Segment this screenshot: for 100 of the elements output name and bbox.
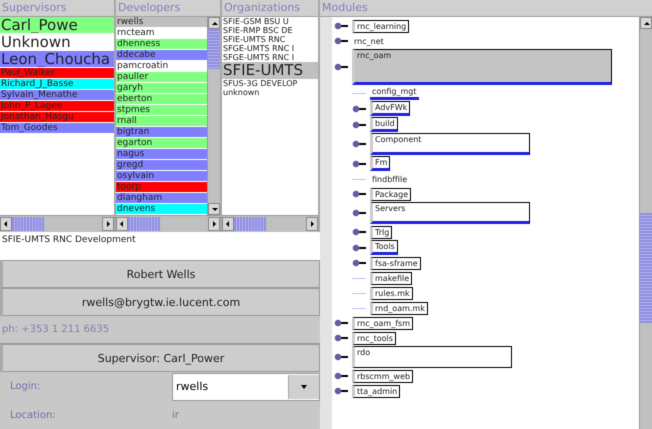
list-item[interactable]: nagus [116,149,207,160]
expander-icon[interactable] [352,140,366,148]
tree-node[interactable]: Fm [370,156,390,171]
caret-icon [301,384,307,388]
expander-icon[interactable] [352,209,366,217]
tree-node[interactable]: rbscmm_web [352,370,414,382]
tree-node[interactable]: rules.mk [370,286,413,300]
list-item[interactable]: Paul_Walker [0,68,114,79]
expander-icon[interactable] [334,372,348,380]
tree-node[interactable]: Trlg [370,226,392,238]
email-button[interactable]: rwells@brygtw.ie.lucent.com [0,288,320,316]
scroll-thumb[interactable] [208,29,220,69]
tree-node[interactable]: rdo [352,346,512,368]
expander-icon[interactable] [352,259,366,267]
tree-node[interactable]: rnc_oam [352,49,612,85]
expander-icon[interactable] [334,319,348,327]
list-item[interactable]: ddecabe [116,50,207,61]
tree-node[interactable]: build [370,117,398,132]
expander-icon[interactable] [334,22,348,30]
list-item[interactable]: pauller [116,72,207,83]
list-item[interactable]: dnevens [116,204,207,215]
location-label: Location: [9,410,57,421]
scroll-thumb[interactable] [640,213,652,323]
tree-node[interactable]: rnc_tools [352,332,396,344]
list-item[interactable]: rnall [116,116,207,127]
organization-field[interactable]: SFIE-UMTS RNC Development [0,232,320,260]
list-item[interactable]: SFUS-3G DEVELOP [222,79,318,88]
list-item[interactable]: bigtran [116,127,207,138]
expander-icon[interactable] [334,334,348,342]
expander-icon[interactable] [352,244,366,252]
connector-line [352,292,366,294]
column-header: Supervisors [0,0,114,17]
scroll-thumb[interactable] [234,217,266,231]
scroll-thumb[interactable] [12,217,44,231]
tree-node[interactable]: Component [370,133,530,155]
supervisor-button[interactable]: Supervisor: Carl_Power [0,344,320,372]
tree-node[interactable]: Package [370,188,412,200]
scroll-up-icon[interactable] [208,17,220,29]
vertical-scrollbar[interactable] [207,17,220,215]
list-item[interactable]: Jonathan_Hasgu [0,112,114,123]
list-item[interactable]: garyh [116,83,207,94]
tree-node[interactable]: AdvFWk [370,101,410,116]
scroll-thumb[interactable] [128,217,160,231]
list-item[interactable]: Richard_J_Basse [0,79,114,90]
expander-icon[interactable] [352,228,366,236]
expander-icon[interactable] [352,104,366,112]
tree-node[interactable]: makefile [370,272,412,284]
list-item[interactable]: eberton [116,94,207,105]
expander-icon[interactable] [352,160,366,168]
list-item[interactable]: osylvain [116,171,207,182]
list-item[interactable]: SFIE-GSM BSU U [222,17,318,26]
tree-node[interactable]: rnc_net [352,36,386,46]
scroll-left-icon[interactable] [116,217,128,231]
tree-node[interactable]: findbffile [370,174,410,184]
list-item[interactable]: SFGE-UMTS RNC I [222,44,318,53]
name-button[interactable]: Robert Wells [0,260,320,288]
list-item[interactable]: SFIE-RMP BSC DE [222,26,318,35]
scroll-down-icon[interactable] [208,203,220,215]
scroll-left-icon[interactable] [0,217,12,231]
location-value: ir [172,410,179,421]
expander-icon[interactable] [334,353,348,361]
list-item[interactable]: toorp [116,182,207,193]
vertical-scrollbar[interactable] [639,17,652,429]
login-dropdown[interactable]: rwells [172,372,320,400]
horizontal-scrollbar[interactable] [116,215,220,232]
expander-icon[interactable] [352,120,366,128]
tree-node[interactable]: fsa-sframe [370,256,421,270]
tree-node[interactable]: tta_admin [352,384,400,398]
list-item[interactable]: rwells [116,17,207,28]
column-header: Modules [320,0,652,17]
tree-node[interactable]: rnd_oam.mk [370,302,428,314]
scroll-left-icon[interactable] [222,217,234,231]
list-item[interactable]: dlangham [116,193,207,204]
expander-icon[interactable] [334,37,348,45]
scroll-right-icon[interactable] [306,217,318,231]
tree-node[interactable]: rnc_learning [352,20,410,32]
connector-line [352,92,366,94]
list-item[interactable]: Tom_Goodes [0,123,114,134]
list-item[interactable]: dhenness [116,39,207,50]
list-item[interactable]: SFIE-UMTS RNC [222,35,318,44]
scroll-right-icon[interactable] [208,217,220,231]
tree-node[interactable]: Tools [370,240,398,255]
expander-icon[interactable] [334,63,348,71]
scroll-right-icon[interactable] [102,217,114,231]
list-item[interactable]: stpmes [116,105,207,116]
tree-node[interactable]: rnc_oam_fsm [352,316,413,330]
tree-node[interactable]: config_mgt [370,86,418,100]
list-item[interactable]: egarton [116,138,207,149]
list-item[interactable]: gregd [116,160,207,171]
expander-icon[interactable] [352,190,366,198]
tree-node[interactable]: Servers [370,202,530,224]
list-item[interactable]: SFGE-UMTS RNC I [222,53,318,62]
list-item[interactable]: Sylvain_Menathe [0,90,114,101]
list-item[interactable]: John_P_Lagee [0,101,114,112]
expander-icon[interactable] [334,387,348,395]
horizontal-scrollbar[interactable] [222,215,318,232]
list-item[interactable]: SFIE-UMTS [222,62,318,79]
horizontal-scrollbar[interactable] [0,215,114,232]
list-item[interactable]: unknown [222,88,318,97]
scroll-up-icon[interactable] [640,17,652,29]
